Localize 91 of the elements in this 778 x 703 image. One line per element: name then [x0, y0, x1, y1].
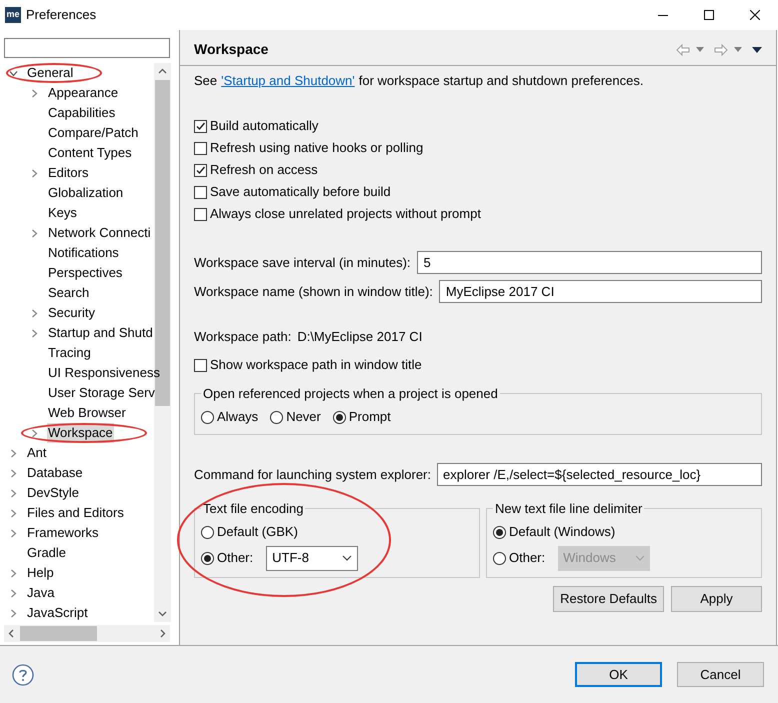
tree-item[interactable]: Frameworks	[26, 523, 100, 543]
tree-item[interactable]: Network Connecti	[47, 223, 152, 243]
radio-button[interactable]	[201, 410, 214, 424]
tree-item[interactable]: Capabilities	[47, 103, 116, 123]
dropdown-caret-icon[interactable]	[696, 47, 704, 52]
tree-item[interactable]: Database	[26, 463, 84, 483]
checkbox-label: Show workspace path in window title	[210, 356, 422, 374]
radio-label: Default (GBK)	[217, 523, 298, 542]
tree-item[interactable]: JavaScript	[26, 603, 89, 623]
field-label: Workspace name (shown in window title):	[194, 282, 433, 301]
check-icon	[195, 120, 206, 132]
scroll-up-icon[interactable]	[158, 68, 167, 74]
input-field[interactable]: MyEclipse 2017 CI	[438, 280, 762, 303]
radio-label: Always	[217, 408, 258, 426]
dialog-button[interactable]: OK	[575, 662, 662, 687]
checkbox-label: Always close unrelated projects without prompt	[210, 205, 481, 224]
button[interactable]: Restore Defaults	[553, 586, 664, 612]
intro-text: for workspace startup and shutdown preferences.	[358, 72, 644, 90]
radio-button[interactable]	[493, 526, 506, 538]
scroll-left-icon[interactable]	[8, 629, 14, 638]
tree-item[interactable]: Perspectives	[47, 263, 124, 283]
app-logo: me	[5, 7, 21, 23]
radio-button[interactable]	[201, 526, 214, 538]
checkbox-label: Save automatically before build	[210, 183, 391, 202]
tree-item[interactable]: Notifications	[47, 243, 120, 263]
tree-item[interactable]: Appearance	[47, 83, 120, 103]
checkbox[interactable]	[194, 186, 207, 198]
button[interactable]: Apply	[671, 586, 762, 612]
field-label: Command for launching system explorer:	[194, 466, 431, 484]
radio-button[interactable]	[270, 410, 284, 424]
tree-item[interactable]: Java	[26, 583, 56, 603]
tree-item[interactable]: Gradle	[26, 543, 68, 563]
filter-field[interactable]	[4, 38, 170, 58]
input-field[interactable]: explorer /E,/select=${selected_resource_loc}	[437, 463, 762, 486]
maximize-icon	[704, 10, 714, 20]
tree-item[interactable]: Web Browser	[47, 403, 127, 423]
radio-label: Never	[286, 408, 321, 426]
input-field[interactable]: 5	[416, 251, 762, 274]
tree-item[interactable]: Keys	[47, 203, 78, 223]
tree-item[interactable]: UI Responsiveness	[47, 363, 161, 383]
help-icon[interactable]	[12, 664, 34, 686]
tree-item[interactable]: Help	[26, 563, 55, 583]
intro-text: See	[194, 72, 218, 90]
tree-item[interactable]: Startup and Shutd	[47, 323, 154, 343]
radio-button[interactable]	[332, 410, 346, 424]
radio-label: Other:	[217, 549, 254, 568]
scrollbar-thumb[interactable]	[20, 626, 97, 641]
checkbox[interactable]	[194, 120, 207, 132]
chevron-down-icon	[342, 555, 352, 561]
checkbox-label: Refresh on access	[210, 161, 318, 180]
tree-item[interactable]: User Storage Serv	[47, 383, 156, 403]
tree-item[interactable]: Tracing	[47, 343, 92, 363]
tree-item[interactable]: Compare/Patch	[47, 123, 140, 143]
dialog-button[interactable]: Cancel	[677, 662, 764, 687]
tree-item[interactable]: Search	[47, 283, 90, 303]
dropdown[interactable]: UTF-8	[266, 546, 358, 570]
back-arrow-icon[interactable]	[676, 44, 690, 56]
radio-label: Other:	[509, 549, 546, 568]
checkbox[interactable]	[194, 358, 207, 372]
tree-item[interactable]: DevStyle	[26, 483, 80, 503]
tree-item[interactable]: Ant	[26, 443, 48, 463]
checkbox-label: Refresh using native hooks or polling	[210, 139, 424, 158]
horizontal-scrollbar[interactable]	[4, 625, 170, 642]
window-title: Preferences	[26, 6, 96, 24]
tree-item[interactable]: Files and Editors	[26, 503, 125, 523]
chevron-down-icon	[635, 555, 646, 561]
checkbox[interactable]	[194, 142, 207, 154]
view-menu-icon[interactable]	[752, 46, 762, 52]
tree-item[interactable]: Editors	[47, 163, 90, 183]
radio-label: Prompt	[348, 408, 391, 426]
field-label: Workspace save interval (in minutes):	[194, 254, 411, 272]
checkbox-label: Build automatically	[210, 117, 318, 136]
tree-item[interactable]: General	[26, 63, 74, 83]
path-value: D:\MyEclipse 2017 CI	[297, 328, 422, 346]
scroll-right-icon[interactable]	[160, 629, 166, 638]
path-label: Workspace path:	[194, 328, 292, 346]
tree-item[interactable]: Globalization	[47, 183, 124, 203]
minimize-icon	[658, 14, 668, 16]
close-icon	[750, 10, 760, 20]
radio-label: Default (Windows)	[509, 523, 616, 542]
forward-arrow-icon[interactable]	[714, 44, 728, 56]
checkbox[interactable]	[194, 164, 207, 176]
tree-item[interactable]: Security	[47, 303, 96, 323]
page-title: Workspace	[194, 40, 268, 59]
checkbox[interactable]	[194, 208, 207, 220]
radio-button[interactable]	[201, 552, 214, 564]
startup-shutdown-link[interactable]: 'Startup and Shutdown'	[221, 71, 355, 91]
check-icon	[195, 164, 206, 176]
tree-item[interactable]: Content Types	[47, 143, 133, 163]
scroll-down-icon[interactable]	[158, 611, 167, 617]
dropdown-caret-icon[interactable]	[734, 47, 742, 52]
